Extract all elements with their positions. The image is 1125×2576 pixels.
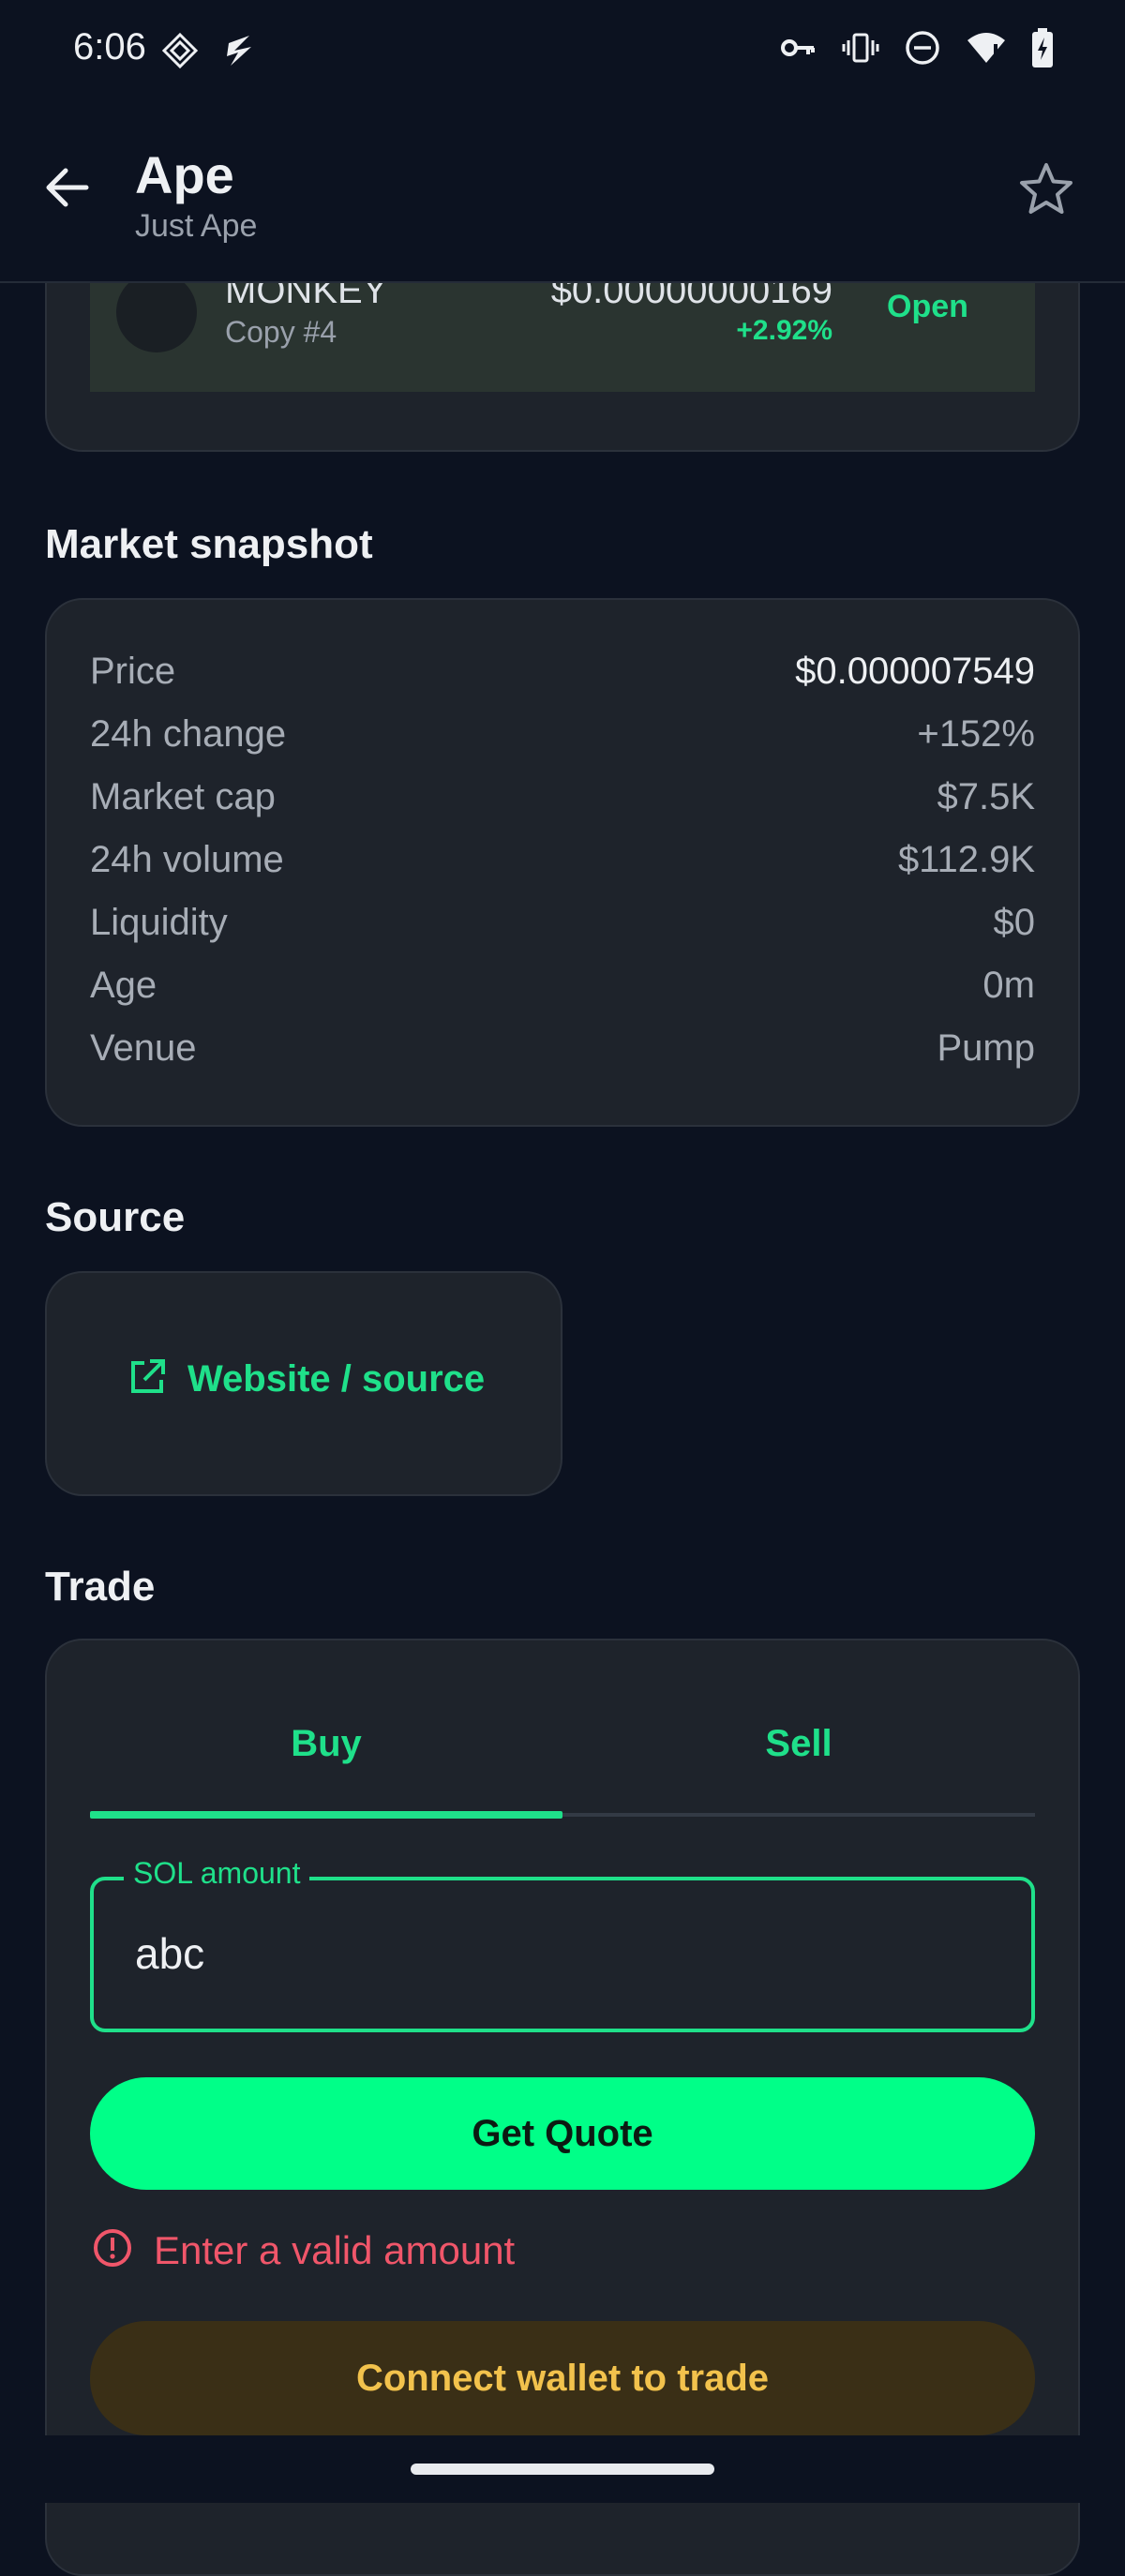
snapshot-label: Liquidity bbox=[90, 902, 228, 943]
snapshot-value: $0.000007549 bbox=[795, 651, 1035, 692]
status-time: 6:06 bbox=[73, 26, 146, 67]
snapshot-row: Age 0m bbox=[90, 965, 1035, 1021]
open-external-icon bbox=[128, 1357, 167, 1401]
website-source-link[interactable]: Website / source bbox=[128, 1357, 485, 1401]
snapshot-label: Age bbox=[90, 965, 158, 1006]
wifi-alert-icon bbox=[966, 29, 1007, 71]
snapshot-row: Venue Pump bbox=[90, 1027, 1035, 1084]
copy-label: Copy #4 bbox=[225, 315, 338, 349]
status-right-icons bbox=[780, 28, 1054, 72]
back-button[interactable] bbox=[38, 159, 98, 219]
vpn-key-icon bbox=[780, 29, 818, 71]
snapshot-value: +152% bbox=[917, 713, 1035, 755]
tab-indicator bbox=[90, 1811, 562, 1819]
tab-buy[interactable]: Buy bbox=[90, 1723, 562, 1765]
snapshot-value: 0m bbox=[982, 965, 1035, 1006]
snapshot-row: 24h volume $112.9K bbox=[90, 839, 1035, 895]
snapshot-value: $0 bbox=[993, 902, 1036, 943]
snapshot-value: $112.9K bbox=[897, 839, 1035, 880]
status-left-icons bbox=[161, 32, 259, 74]
arrow-left-icon bbox=[41, 161, 94, 218]
battery-charging-icon bbox=[1031, 28, 1054, 72]
snapshot-row: Liquidity $0 bbox=[90, 902, 1035, 958]
tab-sell[interactable]: Sell bbox=[562, 1723, 1035, 1765]
sol-amount-label: SOL amount bbox=[124, 1856, 310, 1891]
avatar bbox=[116, 272, 197, 352]
error-text: Enter a valid amount bbox=[154, 2227, 516, 2272]
page-subtitle: Just Ape bbox=[135, 208, 258, 244]
price-change: +2.92% bbox=[736, 315, 832, 346]
home-gesture-handle[interactable] bbox=[411, 2464, 714, 2475]
position-status-badge[interactable]: Open bbox=[887, 289, 968, 325]
error-message: Enter a valid amount bbox=[92, 2227, 515, 2273]
snapshot-value: $7.5K bbox=[937, 776, 1035, 817]
snapshot-row: Market cap $7.5K bbox=[90, 776, 1035, 832]
website-source-label: Website / source bbox=[188, 1358, 486, 1400]
diamond-icon bbox=[161, 32, 199, 74]
bolt-icon bbox=[221, 32, 259, 74]
snapshot-label: 24h change bbox=[90, 713, 287, 755]
section-title-source: Source bbox=[45, 1194, 186, 1240]
dnd-icon bbox=[904, 29, 941, 71]
vibrate-icon bbox=[842, 29, 879, 71]
sol-amount-input[interactable] bbox=[135, 1924, 979, 1984]
snapshot-label: 24h volume bbox=[90, 839, 284, 880]
get-quote-button[interactable]: Get Quote bbox=[90, 2077, 1035, 2190]
top-app-bar: Ape Just Ape bbox=[0, 103, 1125, 283]
snapshot-label: Market cap bbox=[90, 776, 276, 817]
page-title: Ape bbox=[135, 145, 234, 204]
favorite-button[interactable] bbox=[1014, 159, 1078, 223]
snapshot-row: 24h change +152% bbox=[90, 713, 1035, 770]
status-bar: 6:06 bbox=[0, 0, 1125, 103]
snapshot-value: Pump bbox=[937, 1027, 1036, 1069]
section-title-market-snapshot: Market snapshot bbox=[45, 521, 373, 567]
snapshot-label: Venue bbox=[90, 1027, 197, 1069]
connect-wallet-button[interactable]: Connect wallet to trade bbox=[90, 2321, 1035, 2435]
snapshot-row: Price $0.000007549 bbox=[90, 651, 1035, 707]
error-icon bbox=[92, 2227, 133, 2273]
star-outline-icon bbox=[1017, 160, 1075, 223]
snapshot-label: Price bbox=[90, 651, 176, 692]
section-title-trade: Trade bbox=[45, 1564, 156, 1610]
